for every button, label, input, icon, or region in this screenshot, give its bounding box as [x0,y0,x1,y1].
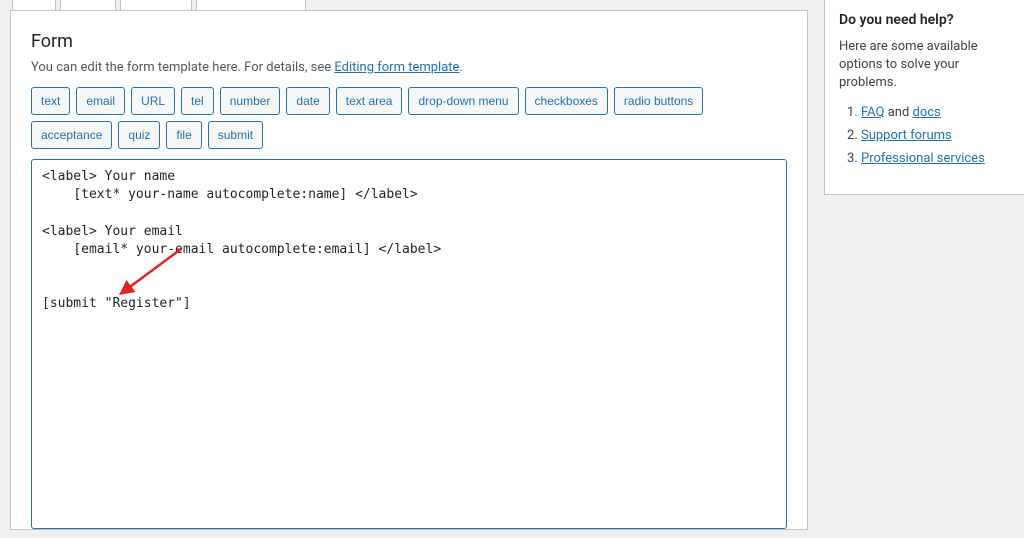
tag-date[interactable]: date [286,87,329,115]
tag-tel[interactable]: tel [181,87,214,115]
faq-link[interactable]: FAQ [861,105,884,120]
docs-link[interactable]: docs [913,105,941,120]
tag-dropdown[interactable]: drop-down menu [408,87,518,115]
tag-url[interactable]: URL [131,87,175,115]
list-item: Professional services [861,151,1010,166]
tag-buttons-row: text email URL tel number date text area… [31,87,787,149]
panel-title: Form [31,31,787,52]
support-forums-link[interactable]: Support forums [861,128,952,143]
tag-submit[interactable]: submit [208,121,263,149]
tag-number[interactable]: number [220,87,281,115]
sidebar-title: Do you need help? [839,12,1010,28]
tag-email[interactable]: email [76,87,125,115]
list-item: Support forums [861,128,1010,143]
tag-quiz[interactable]: quiz [118,121,160,149]
form-template-editor[interactable] [31,159,787,529]
tag-textarea[interactable]: text area [336,87,403,115]
list-item: FAQ and docs [861,105,1010,120]
form-panel: Form You can edit the form template here… [10,10,808,530]
tag-text[interactable]: text [31,87,70,115]
helper-text: You can edit the form template here. For… [31,60,787,75]
tag-file[interactable]: file [166,121,201,149]
sidebar-list: FAQ and docs Support forums Professional… [839,105,1010,166]
sidebar-text: Here are some available options to solve… [839,38,1010,93]
list-mid: and [884,105,912,120]
tag-checkboxes[interactable]: checkboxes [525,87,608,115]
editing-template-link[interactable]: Editing form template [334,60,459,75]
helper-pre: You can edit the form template here. For… [31,60,334,75]
tag-acceptance[interactable]: acceptance [31,121,112,149]
help-sidebar: Do you need help? Here are some availabl… [824,0,1024,195]
professional-services-link[interactable]: Professional services [861,151,985,166]
helper-post: . [459,60,462,75]
tag-radio[interactable]: radio buttons [614,87,703,115]
